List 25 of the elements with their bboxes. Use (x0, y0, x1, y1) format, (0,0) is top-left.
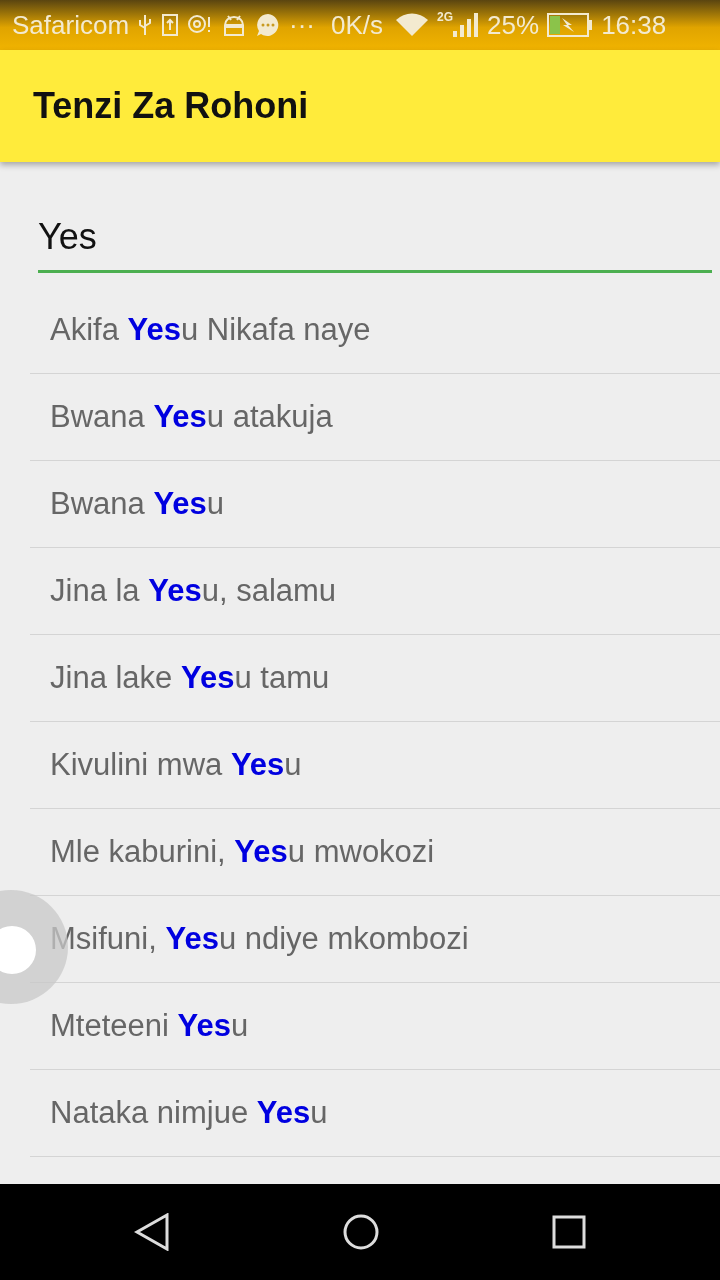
app-title: Tenzi Za Rohoni (33, 84, 309, 128)
clock: 16:38 (601, 8, 667, 42)
song-title[interactable]: Bwana Yesu atakuja (50, 399, 333, 434)
song-title[interactable]: Mteteeni Yesu (50, 1008, 249, 1043)
song-title[interactable]: Mle kaburini, Yesu mwokozi (50, 834, 435, 869)
more-indicator: ··· (289, 8, 316, 42)
search-field[interactable]: Yes (38, 210, 712, 273)
network-speed: 0K/s (331, 8, 384, 42)
song-title[interactable]: Jina la Yesu, salamu (50, 573, 337, 608)
home-icon[interactable] (342, 1213, 380, 1251)
song-title[interactable]: Jina lake Yesu tamu (50, 660, 330, 695)
recents-icon[interactable] (552, 1215, 586, 1249)
upload-icon (161, 13, 180, 37)
song-title[interactable]: Kivulini mwa Yesu (50, 747, 302, 782)
usb-icon (137, 13, 154, 37)
network-type: 2G (437, 11, 454, 23)
battery-icon (547, 13, 594, 37)
signal-icon (453, 11, 480, 39)
song-title[interactable]: Nataka nimjue Yesu (50, 1095, 328, 1130)
carrier-name: Safaricom (12, 8, 130, 42)
song-title[interactable]: Bwana Yesu (50, 486, 225, 521)
song-title[interactable]: Akifa Yesu Nikafa naye (50, 312, 371, 347)
wifi-icon (395, 12, 430, 38)
back-icon[interactable] (134, 1213, 170, 1251)
battery-percent: 25% (487, 8, 540, 42)
